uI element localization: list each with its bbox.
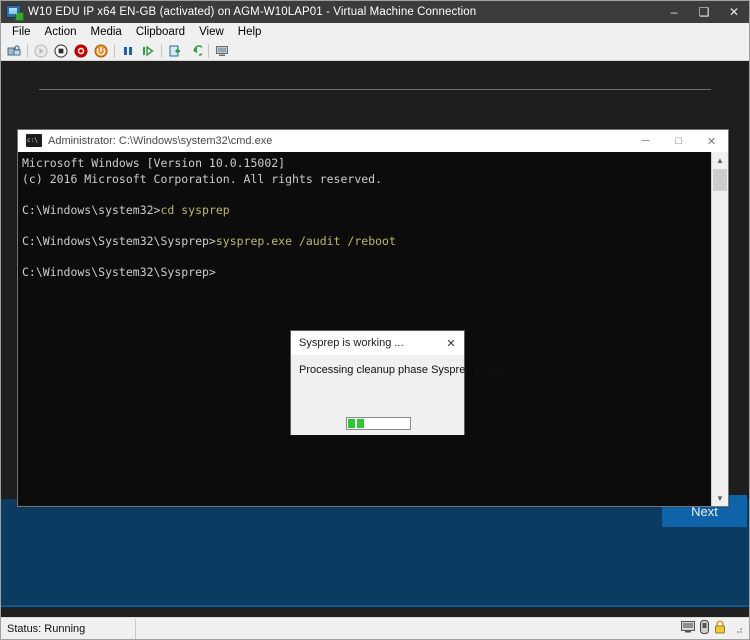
sysprep-body: Processing cleanup phase Sysprep plugins… [291,355,519,435]
menu-item-view[interactable]: View [192,23,231,41]
progress-block [357,419,364,428]
console-line [22,187,711,203]
cmd-window-controls: ─ □ ✕ [629,130,728,152]
ctrl-alt-delete-icon[interactable] [4,42,24,60]
oobe-accent-line [1,605,749,607]
command-prompt-window[interactable]: Administrator: C:\Windows\system32\cmd.e… [17,129,729,507]
cmd-minimize-button[interactable]: ─ [629,130,662,152]
console-prompt: C:\Windows\System32\Sysprep> [22,265,216,280]
console-prompt: (c) 2016 Microsoft Corporation. All righ… [22,171,383,186]
toolbar-separator [27,43,28,58]
menu-item-file[interactable]: File [5,23,38,41]
virtual-machine-icon [6,4,24,21]
scroll-up-arrow[interactable]: ▲ [712,152,728,168]
console-line: C:\Windows\System32\Sysprep> [22,265,711,281]
resize-grip[interactable] [733,624,743,634]
revert-icon[interactable] [185,42,205,60]
start-icon[interactable] [31,42,51,60]
progress-block [348,419,355,428]
menu-item-media[interactable]: Media [84,23,129,41]
save-icon[interactable] [91,42,111,60]
console-line [22,218,711,234]
toolbar-separator [208,43,209,58]
menu-item-action[interactable]: Action [38,23,84,41]
console-prompt: C:\Windows\System32\Sysprep> [22,233,216,248]
lock-icon[interactable] [714,620,726,637]
console-prompt: Microsoft Windows [Version 10.0.15002] [22,156,286,170]
turn-off-icon[interactable] [51,42,71,60]
scroll-down-arrow[interactable]: ▼ [712,490,728,506]
cmd-window-title: Administrator: C:\Windows\system32\cmd.e… [48,135,273,147]
cmd-close-button[interactable]: ✕ [695,130,728,152]
cmd-body[interactable]: Microsoft Windows [Version 10.0.15002] (c… [18,152,728,506]
menu-item-help[interactable]: Help [231,23,269,41]
menu-bar: File Action Media Clipboard View Help [1,23,749,41]
console-prompt: C:\Windows\system32> [22,202,161,217]
window-titlebar: W10 EDU IP x64 EN-GB (activated) on AGM-… [1,1,749,23]
cmd-scrollbar[interactable]: ▲ ▼ [711,152,728,506]
pause-icon[interactable] [118,42,138,60]
scrollbar-thumb[interactable] [713,169,727,191]
sysprep-title: Sysprep is working ... [299,337,404,349]
reset-icon[interactable] [138,42,158,60]
cmd-titlebar: Administrator: C:\Windows\system32\cmd.e… [18,130,728,152]
console-prompt [22,187,29,201]
oobe-bottom-bar [1,605,749,617]
toolbar-separator [161,43,162,58]
toolbar-separator [114,43,115,58]
status-icons [681,620,749,637]
close-button[interactable]: ✕ [719,1,749,23]
toolbar [1,41,749,61]
cmd-maximize-button[interactable]: □ [662,130,695,152]
console-command: sysprep.exe /audit /reboot [215,233,396,248]
status-text: Status: Running [1,618,136,639]
usb-device-icon[interactable] [700,620,709,637]
console-line: C:\Windows\system32>cd sysprep [22,203,711,219]
checkpoint-icon[interactable] [165,42,185,60]
console-line: Microsoft Windows [Version 10.0.15002] [22,156,711,172]
sysprep-close-button[interactable]: ✕ [438,331,464,355]
cmd-icon [26,134,42,148]
status-bar: Status: Running [1,617,749,639]
sysprep-titlebar: Sysprep is working ... ✕ [291,331,464,355]
console-line: (c) 2016 Microsoft Corporation. All righ… [22,172,711,188]
status-secondary [136,619,681,639]
display-icon[interactable] [681,621,695,636]
window-controls: – ❑ ✕ [659,1,749,23]
sysprep-message: Processing cleanup phase Sysprep plugins… [299,364,519,376]
enhanced-session-icon[interactable] [212,42,232,60]
sysprep-progress-bar [346,417,411,430]
console-output[interactable]: Microsoft Windows [Version 10.0.15002] (c… [18,152,711,506]
vm-viewport[interactable]: Next c:\ Administrator: C:\Windows\syste… [1,61,749,617]
maximize-button[interactable]: ❑ [689,1,719,23]
oobe-divider [39,89,711,90]
minimize-button[interactable]: – [659,1,689,23]
oobe-blue-panel [1,499,749,605]
window-title: W10 EDU IP x64 EN-GB (activated) on AGM-… [28,6,477,18]
shut-down-icon[interactable] [71,42,91,60]
console-command: cd sysprep [160,202,230,217]
virtual-machine-connection-window: W10 EDU IP x64 EN-GB (activated) on AGM-… [0,0,750,640]
console-prompt [22,250,29,264]
menu-item-clipboard[interactable]: Clipboard [129,23,192,41]
console-line [22,250,711,266]
sysprep-dialog[interactable]: Sysprep is working ... ✕ Processing clea… [290,330,519,435]
console-prompt [22,218,29,232]
console-line: C:\Windows\System32\Sysprep>sysprep.exe … [22,234,711,250]
